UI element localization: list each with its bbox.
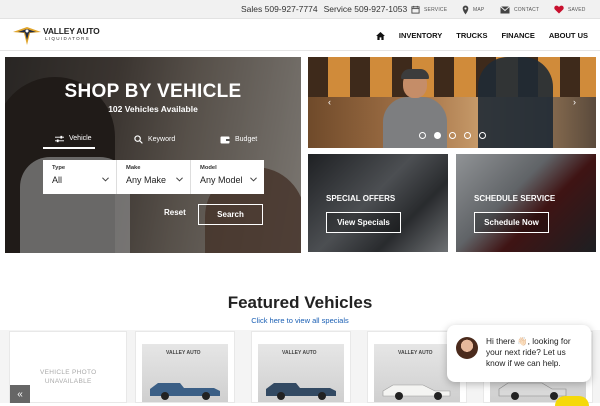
- view-all-specials-link[interactable]: Click here to view all specials: [0, 316, 600, 325]
- main-nav: INVENTORY TRUCKS FINANCE ABOUT US: [375, 31, 588, 40]
- view-specials-button[interactable]: View Specials: [326, 212, 401, 233]
- nav-trucks[interactable]: TRUCKS: [456, 31, 487, 40]
- service-phone[interactable]: Service 509-927-1053: [324, 4, 408, 14]
- special-offers-title: SPECIAL OFFERS: [326, 194, 396, 203]
- tile-overlay: [456, 154, 596, 252]
- nav-finance[interactable]: FINANCE: [501, 31, 534, 40]
- schedule-now-button[interactable]: Schedule Now: [474, 212, 549, 233]
- vehicle-count: 102 Vehicles Available: [108, 104, 198, 114]
- tile-overlay: [308, 154, 448, 252]
- slider-dot-active[interactable]: [433, 132, 441, 139]
- promo-slider: ‹ ›: [308, 57, 596, 148]
- map-pin-icon: [462, 5, 469, 14]
- chevron-down-icon: [250, 177, 257, 182]
- chevron-down-icon: [176, 177, 183, 182]
- truck-image-icon: [150, 383, 220, 400]
- slider-dot[interactable]: [418, 132, 426, 139]
- chat-message: Hi there 👋🏻, looking for your next ride?…: [486, 336, 571, 368]
- slider-dot[interactable]: [463, 132, 471, 139]
- chevron-down-icon: [102, 177, 109, 182]
- model-select-label: Model: [200, 165, 217, 171]
- tab-keyword-label: Keyword: [148, 136, 176, 143]
- type-select[interactable]: Type All: [43, 160, 117, 194]
- chat-launcher-button[interactable]: [555, 396, 589, 406]
- card-logo: VALLEY AUTO: [398, 350, 433, 356]
- wallet-icon: [220, 136, 230, 144]
- logo-text-secondary: LIQUIDATORS: [45, 36, 91, 41]
- slider-dots: [308, 132, 596, 139]
- heart-icon: [554, 5, 564, 14]
- calendar-icon: [411, 5, 420, 14]
- nav-about-us[interactable]: ABOUT US: [549, 31, 588, 40]
- card-logo: VALLEY AUTO: [282, 350, 317, 356]
- map-link-label: MAP: [473, 6, 485, 13]
- site-logo[interactable]: VALLEY AUTO LIQUIDATORS: [12, 23, 104, 47]
- placeholder-line-2: UNAVAILABLE: [44, 378, 92, 385]
- schedule-service-title: SCHEDULE SERVICE: [474, 194, 556, 203]
- top-utility-bar: Sales 509-927-7774 Service 509-927-1053 S…: [0, 0, 600, 19]
- card-logo: VALLEY AUTO: [166, 350, 201, 356]
- saved-link-label: SAVED: [568, 6, 586, 13]
- carousel-prev-button[interactable]: «: [10, 385, 30, 403]
- eagle-logo-icon: [13, 27, 41, 45]
- schedule-service-tile[interactable]: SCHEDULE SERVICE Schedule Now: [456, 154, 596, 252]
- envelope-icon: [500, 5, 510, 13]
- contact-link[interactable]: CONTACT: [500, 3, 539, 16]
- search-button[interactable]: Search: [198, 204, 263, 225]
- chat-popup[interactable]: Hi there 👋🏻, looking for your next ride?…: [447, 325, 591, 382]
- make-select-label: Make: [126, 165, 141, 171]
- shop-by-vehicle-hero: SHOP BY VEHICLE 102 Vehicles Available V…: [5, 57, 301, 253]
- slider-dot[interactable]: [478, 132, 486, 139]
- nav-inventory[interactable]: INVENTORY: [399, 31, 442, 40]
- agent-avatar: [456, 337, 478, 359]
- home-icon[interactable]: [375, 31, 385, 40]
- featured-vehicles-heading: Featured Vehicles: [227, 293, 373, 312]
- sales-phone[interactable]: Sales 509-927-7774: [241, 4, 318, 14]
- search-icon: [134, 135, 143, 144]
- slider-dot[interactable]: [448, 132, 456, 139]
- vehicle-filter-selects: Type All Make Any Make Model Any Model: [43, 160, 264, 194]
- tab-budget-label: Budget: [235, 136, 258, 143]
- special-offers-tile[interactable]: SPECIAL OFFERS View Specials: [308, 154, 448, 252]
- hero-title: SHOP BY VEHICLE: [64, 81, 242, 102]
- tab-budget[interactable]: Budget: [220, 130, 257, 149]
- sliders-icon: [55, 135, 64, 142]
- tab-vehicle[interactable]: Vehicle: [43, 130, 95, 149]
- tab-vehicle-label: Vehicle: [69, 135, 92, 142]
- slider-prev-arrow[interactable]: ‹: [328, 97, 331, 107]
- phone-numbers: Sales 509-927-7774 Service 509-927-1053: [241, 4, 413, 14]
- contact-link-label: CONTACT: [514, 6, 540, 13]
- service-link-label: SERVICE: [424, 6, 448, 13]
- tab-keyword[interactable]: Keyword: [134, 130, 175, 149]
- vehicle-card[interactable]: VALLEY AUTO: [251, 331, 351, 403]
- service-link[interactable]: SERVICE: [411, 3, 447, 16]
- saved-link[interactable]: SAVED: [554, 3, 586, 16]
- placeholder-line-1: VEHICLE PHOTO: [40, 369, 97, 376]
- model-select[interactable]: Model Any Model: [191, 160, 264, 194]
- make-select[interactable]: Make Any Make: [117, 160, 191, 194]
- logo-text-primary: VALLEY AUTO: [43, 26, 100, 36]
- reset-button[interactable]: Reset: [164, 208, 186, 217]
- search-tabs: Vehicle Keyword Budget: [43, 130, 263, 149]
- truck-image-icon: [266, 383, 336, 400]
- type-select-label: Type: [52, 165, 66, 171]
- photo-unavailable-placeholder: VEHICLE PHOTO UNAVAILABLE: [40, 368, 97, 386]
- site-header: VALLEY AUTO LIQUIDATORS INVENTORY TRUCKS…: [0, 19, 600, 51]
- map-link[interactable]: MAP: [462, 3, 484, 16]
- slider-next-arrow[interactable]: ›: [573, 97, 576, 107]
- sedan-image-icon: [382, 384, 451, 400]
- vehicle-card[interactable]: VALLEY AUTO: [135, 331, 235, 403]
